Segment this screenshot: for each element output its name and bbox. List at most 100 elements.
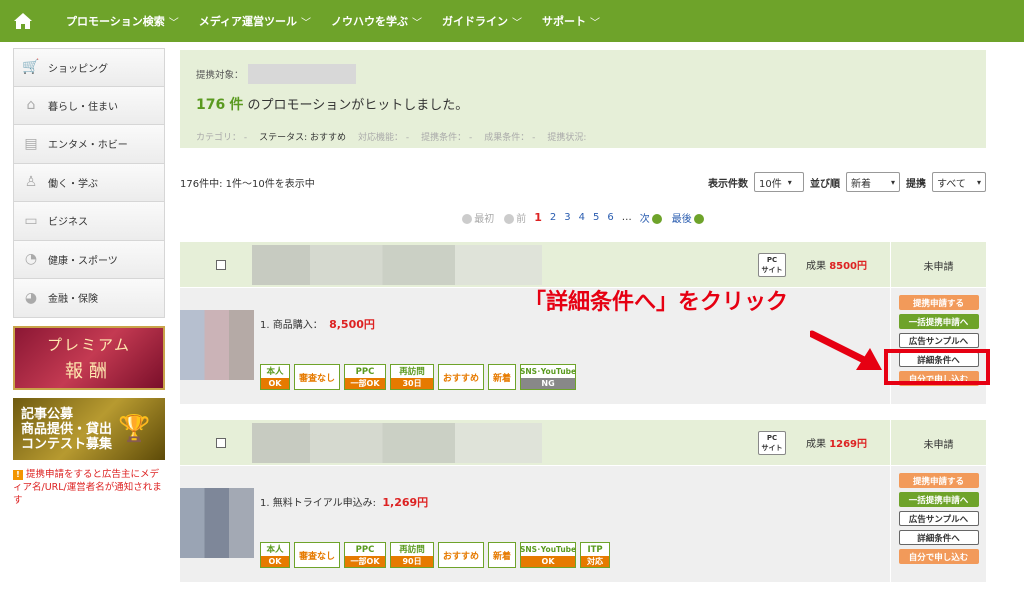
home-icon xyxy=(14,13,32,29)
sidebar-item-living[interactable]: ⌂ 暮らし・住まい xyxy=(13,86,165,125)
tag-revisit: 再訪問 90日 xyxy=(390,542,435,568)
select-checkbox[interactable] xyxy=(216,259,226,270)
card-actions: 提携申請する 一括提携申請へ 広告サンプルへ 詳細条件へ 自分で申し込む xyxy=(890,466,986,582)
tag-honnin: 本人 OK xyxy=(260,364,290,390)
premium-reward-banner[interactable]: プレミアム 報酬 xyxy=(13,326,165,390)
pagination: 最初 前 1 2 3 4 5 6 … 次 最後 xyxy=(180,210,986,225)
tag-new: 新着 xyxy=(488,364,517,390)
annotation-callout: 「詳細条件へ」をクリック xyxy=(524,290,789,315)
home-button[interactable] xyxy=(0,0,46,42)
tag-no-review: 審査なし xyxy=(294,542,341,568)
pager-page[interactable]: 2 xyxy=(550,212,556,223)
chevron-down-icon: ▾ xyxy=(787,177,792,187)
detail-conditions-button[interactable]: 詳細条件へ xyxy=(898,530,979,545)
category-sidebar: 🛒 ショッピング ⌂ 暮らし・住まい ▤ エンタメ・ホビー ♙ 働く・学ぶ ▭ ビジネス … xyxy=(13,48,165,318)
chevron-down-icon: ▾ xyxy=(890,177,895,187)
contest-banner[interactable]: 記事公募 商品提供・貸出 コンテスト募集 🏆 xyxy=(13,398,165,460)
ad-sample-button[interactable]: 広告サンプルへ xyxy=(898,333,979,348)
nav-guideline[interactable]: ガイドライン ﹀ xyxy=(442,13,522,29)
tag-ppc: PPC 一部OK xyxy=(344,542,387,568)
search-summary: 提携対象： 176 件 のプロモーションがヒットしました。 カテゴリ： - ステ… xyxy=(180,50,986,148)
blurred-thumbnail xyxy=(180,488,254,558)
tag-recommended: おすすめ xyxy=(438,542,485,568)
blurred-media-name xyxy=(247,64,356,84)
piggy-bank-icon: ◕ xyxy=(24,289,38,306)
sidebar-item-business[interactable]: ▭ ビジネス xyxy=(13,202,165,241)
trophy-icon: 🏆 xyxy=(118,414,151,444)
apply-button[interactable]: 提携申請する xyxy=(898,473,979,488)
stopwatch-icon: ◔ xyxy=(24,251,38,268)
product-condition: 1. 商品購入： 8,500円 xyxy=(260,318,375,331)
prev-page-icon xyxy=(504,214,515,224)
blurred-promotion-title xyxy=(252,422,542,463)
nav-support[interactable]: サポート ﹀ xyxy=(542,13,600,29)
hit-count-text: 176 件 のプロモーションがヒットしました。 xyxy=(196,97,469,113)
cart-icon: 🛒 xyxy=(22,59,40,76)
nav-media-tools[interactable]: メディア運営ツール ﹀ xyxy=(199,13,311,29)
reward-amount: 成果 8500円 xyxy=(806,261,868,272)
pc-site-badge: PC サイト xyxy=(758,430,786,455)
sort-select[interactable]: 新着 ▾ xyxy=(846,172,900,192)
pager-current: 1 xyxy=(534,211,542,224)
application-status: 未申請 xyxy=(890,242,986,288)
pager-last[interactable]: 最後 xyxy=(672,210,706,225)
sidebar-item-work[interactable]: ♙ 働く・学ぶ xyxy=(13,163,165,202)
sidebar-item-health[interactable]: ◔ 健康・スポーツ xyxy=(13,240,165,279)
chair-icon: ♙ xyxy=(24,174,38,191)
self-apply-button[interactable]: 自分で申し込む xyxy=(898,549,979,564)
sidebar-item-shopping[interactable]: 🛒 ショッピング xyxy=(13,48,165,87)
top-nav: プロモーション検索 ﹀ メディア運営ツール ﹀ ノウハウを学ぶ ﹀ ガイドライン ﹀ サ… xyxy=(0,0,1024,42)
reward-amount: 成果 1269円 xyxy=(806,439,868,450)
tag-itp: ITP 対応 xyxy=(580,542,611,568)
target-label: 提携対象： xyxy=(196,70,244,81)
blurred-promotion-title xyxy=(252,244,542,285)
filter-summary: カテゴリ： - ステータス: おすすめ 対応機能： - 提携条件： - 成果条件… xyxy=(196,133,587,143)
list-toolbar: 176件中: 1件〜10件を表示中 表示件数 10件 ▾ 並び順 新着 ▾ 提携 す… xyxy=(180,170,986,194)
feature-tags: 本人 OK 審査なし PPC 一部OK 再訪問 90日 おすすめ 新着 SNS･You… xyxy=(260,542,611,568)
tag-no-review: 審査なし xyxy=(294,364,341,390)
house-icon: ⌂ xyxy=(26,97,36,114)
pager-page[interactable]: 6 xyxy=(607,212,613,223)
pager-next[interactable]: 次 xyxy=(640,210,664,225)
tag-sns: SNS･YouTube NG xyxy=(520,364,576,390)
feature-tags: 本人 OK 審査なし PPC 一部OK 再訪問 30日 おすすめ 新着 SNS･You… xyxy=(260,364,576,390)
per-page-select[interactable]: 10件 ▾ xyxy=(754,172,804,192)
pager-first: 最初 xyxy=(460,210,494,225)
result-count: 176件中: 1件〜10件を表示中 xyxy=(180,178,315,190)
tag-ppc: PPC 一部OK xyxy=(344,364,387,390)
ticket-icon: ▤ xyxy=(24,135,38,152)
application-status: 未申請 xyxy=(890,420,986,466)
ad-sample-button[interactable]: 広告サンプルへ xyxy=(898,511,979,526)
last-page-icon xyxy=(693,214,704,224)
nav-promotion-search[interactable]: プロモーション検索 ﹀ xyxy=(66,13,179,29)
pager-page[interactable]: 5 xyxy=(593,212,599,223)
warning-icon: ! xyxy=(13,470,23,480)
next-page-icon xyxy=(651,214,662,224)
chevron-down-icon: ﹀ xyxy=(590,17,601,29)
card-actions: 提携申請する 一括提携申請へ 広告サンプルへ 詳細条件へ 自分で申し込む xyxy=(890,288,986,404)
chevron-down-icon: ﹀ xyxy=(301,17,312,29)
apply-button[interactable]: 提携申請する xyxy=(898,295,979,310)
partner-select[interactable]: すべて ▾ xyxy=(932,172,986,192)
pager-page[interactable]: 4 xyxy=(579,212,585,223)
bulk-apply-button[interactable]: 一括提携申請へ xyxy=(898,492,979,507)
annotation-arrow-icon xyxy=(810,330,882,370)
nav-knowhow[interactable]: ノウハウを学ぶ ﹀ xyxy=(331,13,422,29)
briefcase-icon: ▭ xyxy=(24,212,38,229)
pager-page[interactable]: 3 xyxy=(564,212,570,223)
tag-new: 新着 xyxy=(488,542,517,568)
sidebar-item-finance[interactable]: ◕ 金融・保険 xyxy=(13,279,165,318)
bulk-apply-button[interactable]: 一括提携申請へ xyxy=(898,314,979,329)
chevron-down-icon: ﹀ xyxy=(412,17,423,29)
promotion-card: PC サイト 成果 8500円 未申請 1. 商品購入： 8,500円 本人 OK … xyxy=(180,242,986,404)
chevron-down-icon: ﹀ xyxy=(512,17,523,29)
blurred-thumbnail xyxy=(180,310,254,380)
tag-recommended: おすすめ xyxy=(438,364,485,390)
tag-revisit: 再訪問 30日 xyxy=(390,364,435,390)
tag-honnin: 本人 OK xyxy=(260,542,290,568)
sidebar-item-entertainment[interactable]: ▤ エンタメ・ホビー xyxy=(13,125,165,164)
select-checkbox[interactable] xyxy=(216,437,226,448)
first-page-icon xyxy=(462,214,473,224)
product-condition: 1. 無料トライアル申込み: 1,269円 xyxy=(260,496,429,509)
annotation-highlight-box xyxy=(884,349,990,385)
